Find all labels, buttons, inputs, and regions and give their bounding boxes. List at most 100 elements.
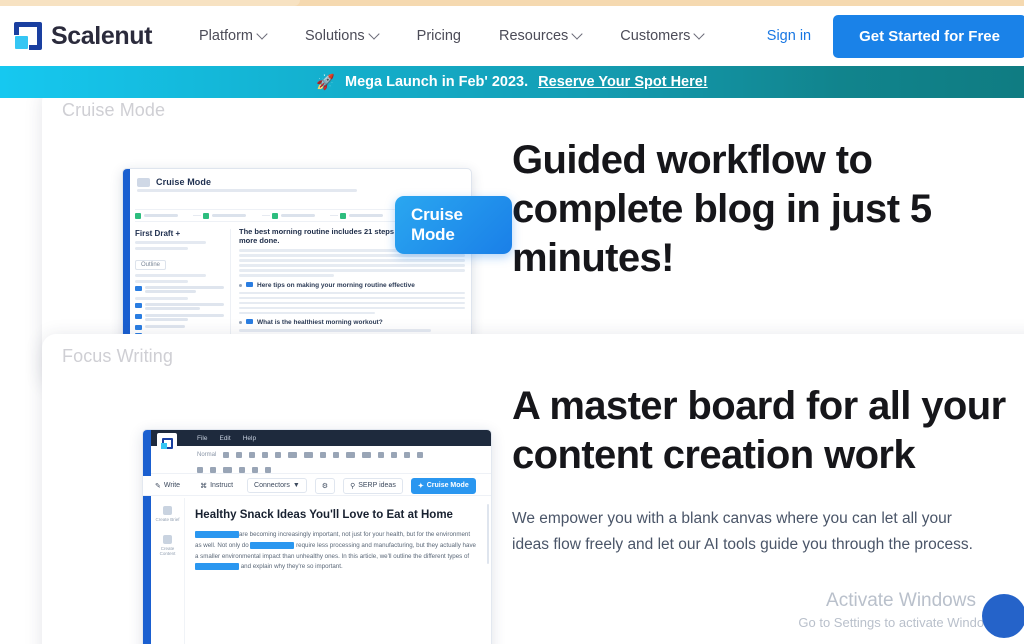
page-root: Scalenut Platform Solutions Pricing Reso… (0, 0, 1024, 644)
mock-question-row: What is the healthiest morning workout? (239, 319, 465, 326)
search-icon: ⚲ (350, 482, 356, 490)
nav-item-platform[interactable]: Platform (180, 20, 286, 52)
mock-doc-paragraph: Healthy snacksare becoming increasingly … (195, 530, 476, 571)
nav-item-resources[interactable]: Resources (480, 20, 601, 52)
back-icon (137, 177, 150, 187)
help-chat-widget[interactable] (982, 594, 1024, 638)
mock-action-toolbar: ✎ Write ⌘ Instruct Connectors ▼ ⚙ ⚲ SERP… (143, 476, 491, 496)
site-navbar: Scalenut Platform Solutions Pricing Reso… (0, 6, 1024, 66)
quote-icon[interactable] (265, 467, 271, 473)
nav-item-solutions[interactable]: Solutions (286, 20, 398, 52)
feature-card-focus-writing: Focus Writing File Edit Help Normal ✎ Wr… (42, 334, 1024, 644)
check-icon (203, 212, 210, 219)
nav-label-platform: Platform (199, 28, 253, 44)
text-color-icon[interactable] (288, 452, 298, 458)
list-number-icon[interactable] (362, 452, 372, 458)
editor-scrollbar[interactable] (487, 504, 489, 564)
brief-icon (163, 506, 172, 515)
undo-icon[interactable] (197, 467, 203, 473)
align-left-icon[interactable] (320, 452, 327, 458)
page-content: Cruise Mode Cruise Mode First Draft + Ou… (0, 66, 1024, 644)
badge-cruise-mode: Cruise Mode (395, 196, 512, 254)
get-started-button[interactable]: Get Started for Free (833, 14, 1024, 58)
tool-create-brief[interactable]: Create Brief (155, 506, 180, 523)
primary-nav: Platform Solutions Pricing Resources Cus… (180, 20, 723, 52)
mock-format-toolbar: Normal (151, 446, 491, 474)
style-select[interactable]: Normal (197, 452, 216, 458)
menu-file[interactable]: File (197, 435, 207, 442)
link-icon[interactable] (223, 467, 232, 473)
check-icon (135, 212, 141, 219)
mock-question-row: Here tips on making your morning routine… (239, 281, 465, 289)
check-icon (340, 212, 347, 219)
mock-doc-title: Healthy Snack Ideas You'll Love to Eat a… (195, 509, 453, 521)
sign-in-link[interactable]: Sign in (745, 20, 833, 52)
action-serp-ideas[interactable]: ⚲ SERP ideas (343, 477, 403, 494)
mock-outline-chip: Outline (135, 260, 167, 270)
highlighted-term: Healthy snacks (195, 530, 239, 538)
italic-icon[interactable] (249, 452, 256, 458)
more-icon[interactable] (417, 452, 424, 458)
underline-icon[interactable] (262, 452, 269, 458)
mock-document-area: Create Brief Create Content Healthy Snac… (151, 498, 491, 644)
content-icon (163, 534, 172, 544)
brand-name: Scalenut (51, 21, 152, 50)
menu-edit[interactable]: Edit (219, 435, 230, 442)
clear-format-icon[interactable] (404, 452, 411, 458)
action-write[interactable]: ✎ Write (149, 478, 187, 493)
nav-label-resources: Resources (498, 28, 569, 44)
nav-label-solutions: Solutions (305, 28, 365, 44)
mock-menubar: File Edit Help (151, 430, 491, 446)
navbar-actions: Sign in Get Started for Free (745, 14, 1024, 58)
action-connectors[interactable]: Connectors ▼ (247, 478, 307, 493)
highlighted-term: Healthy snacks (195, 563, 239, 571)
tool-create-content[interactable]: Create Content (155, 534, 180, 557)
banner-link[interactable]: Reserve Your Spot Here! (538, 74, 708, 90)
font-size-icon[interactable] (223, 452, 230, 458)
nav-label-pricing: Pricing (416, 28, 461, 44)
nav-label-customers: Customers (620, 28, 691, 44)
chevron-down-icon (573, 30, 582, 39)
strikethrough-icon[interactable] (275, 452, 282, 458)
action-instruct[interactable]: ⌘ Instruct (194, 478, 240, 493)
gear-icon: ⚙ (321, 482, 329, 490)
mock-outline-title: First Draft + (135, 229, 181, 238)
outdent-icon[interactable] (391, 452, 398, 458)
feature-body-focus: We empower you with a blank canvas where… (512, 509, 973, 554)
image-icon[interactable] (239, 467, 245, 473)
highlight-icon[interactable] (304, 452, 314, 458)
instruct-icon: ⌘ (200, 482, 208, 490)
feature-copy-focus: A master board for all your content crea… (512, 334, 1024, 644)
nav-item-pricing[interactable]: Pricing (398, 20, 480, 52)
action-settings[interactable]: ⚙ (314, 477, 336, 494)
bold-icon[interactable] (236, 452, 243, 458)
focus-writing-app-screenshot: File Edit Help Normal ✎ Write ⌘ Instruct… (142, 429, 492, 644)
indent-icon[interactable] (378, 452, 385, 458)
pencil-icon: ✎ (155, 482, 161, 490)
feature-heading-focus: A master board for all your content crea… (512, 384, 1006, 477)
chevron-down-icon (370, 30, 379, 39)
scalenut-logo-icon (14, 22, 42, 50)
brand-logo[interactable]: Scalenut (14, 22, 152, 51)
chevron-down-icon: ▼ (292, 482, 300, 489)
action-cruise-mode[interactable]: ✦ Cruise Mode (410, 477, 476, 494)
nav-item-customers[interactable]: Customers (601, 20, 723, 52)
announcement-banner[interactable]: 🚀 Mega Launch in Feb' 2023. Reserve Your… (0, 66, 1024, 98)
banner-text: Mega Launch in Feb' 2023. (345, 74, 529, 90)
redo-icon[interactable] (210, 467, 216, 473)
chevron-down-icon (695, 30, 704, 39)
table-icon[interactable] (252, 467, 258, 473)
scalenut-logo-icon (157, 433, 177, 453)
feature-heading-cruise: Guided workflow to complete blog in just… (512, 138, 932, 280)
mock-editor-body[interactable]: Healthy Snack Ideas You'll Love to Eat a… (185, 498, 491, 644)
sparkle-icon: ✦ (417, 482, 424, 490)
menu-help[interactable]: Help (243, 435, 256, 442)
feature-media-focus: File Edit Help Normal ✎ Write ⌘ Instruct… (42, 334, 512, 644)
list-bullet-icon[interactable] (346, 452, 356, 458)
mock-app-title: Cruise Mode (156, 177, 212, 187)
rocket-icon: 🚀 (316, 73, 336, 91)
app-sidebar-rail (143, 430, 151, 644)
align-center-icon[interactable] (333, 452, 340, 458)
app-sidebar-rail (123, 169, 130, 357)
check-icon (271, 212, 278, 219)
